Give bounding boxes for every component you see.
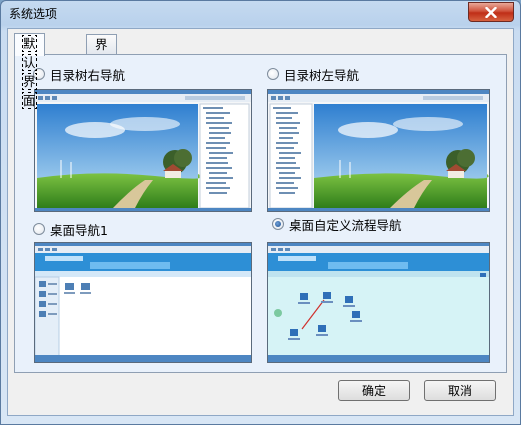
dialog-window: 系统选项 默认界面 界面风格 目录树右导航 bbox=[0, 0, 521, 425]
radio-desktop-custom-flow-nav[interactable] bbox=[272, 218, 284, 230]
option-label: 目录树右导航 bbox=[50, 67, 126, 83]
close-icon bbox=[485, 6, 497, 18]
ok-button[interactable]: 确定 bbox=[338, 380, 410, 401]
radio-tree-left-nav[interactable] bbox=[267, 68, 279, 80]
tab-interface-style[interactable]: 界面风格 bbox=[86, 34, 117, 109]
preview-tree-left-nav[interactable] bbox=[267, 89, 490, 212]
preview-image bbox=[35, 90, 251, 211]
dialog-client-area: 默认界面 界面风格 目录树右导航 bbox=[7, 28, 514, 416]
tab-label: 默认界面 bbox=[22, 35, 37, 109]
preview-image bbox=[35, 243, 251, 362]
radio-desktop-nav[interactable] bbox=[33, 223, 45, 235]
option-label: 桌面自定义流程导航 bbox=[289, 217, 402, 233]
titlebar[interactable]: 系统选项 bbox=[1, 1, 520, 25]
option-label: 桌面导航1 bbox=[50, 222, 108, 238]
window-title: 系统选项 bbox=[9, 7, 58, 21]
option-label: 目录树左导航 bbox=[284, 67, 360, 83]
close-button[interactable] bbox=[468, 2, 514, 22]
tab-default-interface[interactable]: 默认界面 bbox=[14, 33, 45, 109]
preview-image bbox=[268, 90, 489, 211]
preview-image bbox=[268, 243, 489, 362]
cancel-button[interactable]: 取消 bbox=[424, 380, 496, 401]
option-desktop-nav[interactable]: 桌面导航1 bbox=[33, 220, 108, 238]
preview-tree-right-nav[interactable] bbox=[34, 89, 252, 212]
tab-panel-default-interface: 目录树右导航 目录树左导航 桌面导航1 桌面自定义流程导航 bbox=[14, 54, 507, 373]
option-tree-right-nav[interactable]: 目录树右导航 bbox=[33, 65, 125, 83]
preview-desktop-nav[interactable] bbox=[34, 242, 252, 363]
option-tree-left-nav[interactable]: 目录树左导航 bbox=[267, 65, 359, 83]
preview-desktop-custom-flow-nav[interactable] bbox=[267, 242, 490, 363]
option-desktop-custom-flow-nav[interactable]: 桌面自定义流程导航 bbox=[272, 215, 402, 233]
